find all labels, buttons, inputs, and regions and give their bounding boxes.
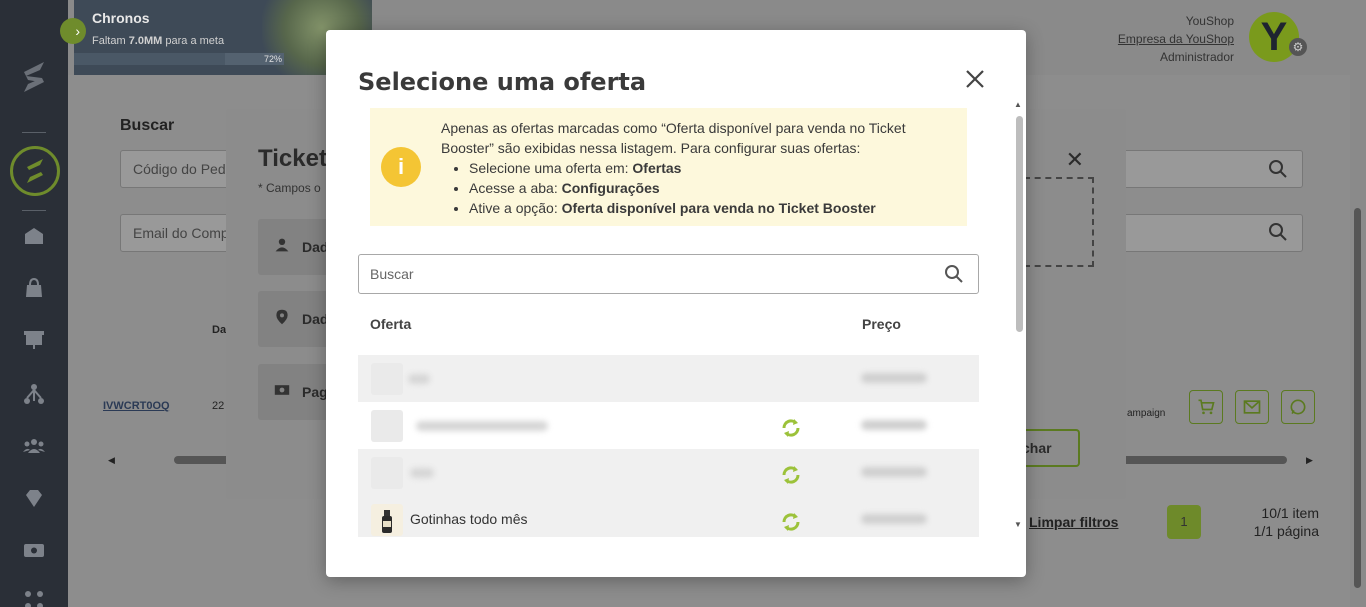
offer-search-input[interactable] (359, 255, 919, 293)
info-icon: i (381, 147, 421, 187)
scroll-right-arrow[interactable]: ▶ (1306, 455, 1313, 466)
search-icon[interactable] (1268, 159, 1288, 179)
column-header-price[interactable]: Preço (862, 316, 901, 332)
cart-placeholder-icon (371, 457, 403, 489)
person-icon (275, 238, 289, 252)
info-notice: i Apenas as ofertas marcadas como “Ofert… (370, 108, 967, 226)
mail-icon (1243, 400, 1261, 414)
items-count: 10/1 item (1261, 505, 1319, 521)
blurred-price (861, 467, 927, 477)
select-offer-modal: Selecione uma oferta i Apenas as ofertas… (326, 30, 1026, 577)
network-icon[interactable] (22, 382, 46, 406)
order-number: 22 (212, 400, 225, 412)
whatsapp-icon (1290, 399, 1306, 415)
column-header-offer[interactable]: Oferta (370, 316, 411, 332)
modal-scrollbar-thumb[interactable] (1016, 116, 1023, 332)
notice-step: Selecione uma oferta em: Ofertas (469, 158, 956, 178)
notice-step: Acesse a aba: Configurações (469, 178, 956, 198)
offer-row[interactable]: Gotinhas todo mês (358, 496, 979, 537)
sidebar-divider (22, 132, 46, 133)
pagination-info: 10/1 item 1/1 página (1254, 504, 1319, 540)
ticket-modal-close-icon[interactable]: ✕ (1066, 147, 1084, 173)
logo-icon[interactable] (16, 58, 52, 96)
scroll-up-arrow[interactable]: ▲ (1014, 100, 1022, 109)
ticket-modal-title: Ticket (258, 145, 327, 172)
notice-text: Apenas as ofertas marcadas como “Oferta … (441, 118, 956, 218)
chronos-ring-icon[interactable] (10, 146, 60, 196)
notice-steps: Selecione uma oferta em: Ofertas Acesse … (469, 158, 956, 218)
offer-row[interactable] (358, 402, 979, 449)
users-icon[interactable] (22, 434, 46, 458)
dashboard-icon[interactable] (22, 224, 46, 248)
page-scrollbar-thumb[interactable] (1354, 208, 1361, 588)
notice-step: Ative a opção: Oferta disponível para ve… (469, 198, 956, 218)
apps-icon[interactable] (22, 588, 46, 607)
cart-button[interactable] (1189, 390, 1223, 424)
settings-gear-icon[interactable]: ⚙ (1289, 38, 1307, 56)
sync-icon (782, 419, 800, 437)
offer-row[interactable] (358, 355, 979, 402)
offer-name: Gotinhas todo mês (410, 511, 528, 527)
location-pin-icon (276, 309, 288, 325)
blurred-name (416, 421, 548, 431)
sidebar (0, 0, 68, 607)
blurred-price (861, 420, 927, 430)
avatar[interactable]: Y (1249, 12, 1299, 62)
table-header: Da (212, 324, 227, 336)
money-icon (274, 385, 290, 395)
company-link[interactable]: Empresa da YouShop (1118, 30, 1234, 48)
page-scrollbar[interactable] (1350, 0, 1366, 607)
banner-title: Chronos (92, 10, 150, 26)
cart-placeholder-icon (371, 363, 403, 395)
shop-name: YouShop (1185, 14, 1234, 28)
blurred-price (861, 373, 927, 383)
notice-intro: Apenas as ofertas marcadas como “Oferta … (441, 120, 906, 156)
goal-progress-fill (74, 53, 226, 65)
clear-filters-link[interactable]: Limpar filtros (1029, 514, 1118, 530)
diamond-icon[interactable] (22, 486, 46, 510)
goal-progress-bar (74, 53, 284, 65)
order-link[interactable]: IVWCRT0OQ (103, 400, 170, 412)
campaign-text: ampaign (1127, 408, 1166, 419)
pages-count: 1/1 página (1253, 523, 1319, 539)
goal-progress-label: 72% (263, 54, 282, 64)
expand-sidebar-button[interactable]: › (60, 18, 86, 44)
search-icon[interactable] (1268, 222, 1288, 242)
ticket-modal-required-note: * Campos o (258, 181, 321, 195)
presentation-icon[interactable] (22, 328, 46, 352)
modal-scrollbar[interactable]: ▲ ▼ (1013, 100, 1025, 532)
offer-list: Gotinhas todo mês (358, 355, 979, 537)
upload-dropzone[interactable] (1024, 177, 1094, 267)
modal-title: Selecione uma oferta (358, 68, 647, 96)
email-button[interactable] (1235, 390, 1269, 424)
user-info: YouShop Empresa da YouShop Administrador (1118, 12, 1234, 66)
close-button[interactable]: char (1020, 429, 1080, 467)
search-icon[interactable] (944, 264, 964, 284)
offer-search-box (358, 254, 979, 294)
sync-icon (782, 513, 800, 531)
banner-subtitle: Faltam 7.0MM para a meta (92, 35, 225, 47)
cart-placeholder-icon (371, 410, 403, 442)
product-image (371, 504, 403, 536)
blurred-price (861, 514, 927, 524)
cash-icon[interactable] (22, 538, 46, 562)
blurred-name (408, 374, 430, 384)
user-role: Administrador (1159, 50, 1234, 64)
whatsapp-button[interactable] (1281, 390, 1315, 424)
page-1-button[interactable]: 1 (1167, 505, 1201, 539)
cart-icon (1198, 399, 1215, 415)
bag-icon[interactable] (22, 276, 46, 300)
sync-icon (782, 466, 800, 484)
close-icon[interactable] (964, 68, 986, 90)
search-section-label: Buscar (120, 117, 175, 134)
offer-row[interactable] (358, 449, 979, 496)
scroll-left-arrow[interactable]: ◀ (108, 455, 115, 466)
scroll-down-arrow[interactable]: ▼ (1014, 520, 1022, 529)
blurred-name (410, 468, 434, 478)
sidebar-divider (22, 210, 46, 211)
